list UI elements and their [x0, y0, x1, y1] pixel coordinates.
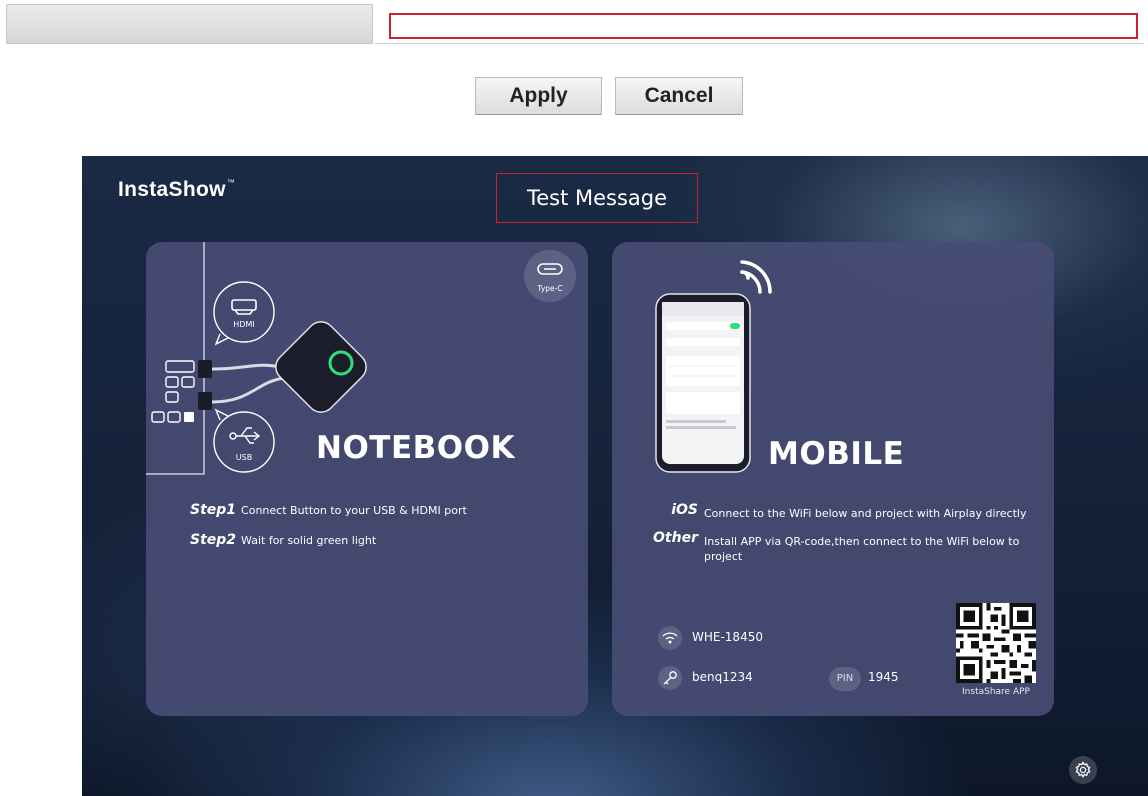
- step-2-text: Wait for solid green light: [241, 534, 377, 547]
- mobile-card: MOBILE iOS Connect to the WiFi below and…: [612, 242, 1054, 716]
- notebook-illustration: HDMI USB Type-C: [146, 242, 576, 475]
- mobile-heading: MOBILE: [768, 436, 905, 472]
- usb-label: USB: [236, 453, 252, 462]
- notebook-heading: NOTEBOOK: [316, 430, 515, 466]
- brand-logo: InstaShow™: [118, 178, 235, 202]
- settings-gear-icon: [1075, 761, 1091, 778]
- message-form-row: [6, 4, 1144, 44]
- message-field-label-cell: [6, 4, 373, 44]
- hdmi-label: HDMI: [233, 320, 254, 329]
- usb-icon: [229, 427, 261, 444]
- cancel-button[interactable]: Cancel: [615, 77, 743, 115]
- qr-caption: InstaShare APP: [962, 687, 1030, 697]
- wifi-signal-icon: [740, 260, 772, 294]
- ios-text: Connect to the WiFi below and project wi…: [704, 507, 1027, 520]
- step-2: Step2 Wait for solid green light: [190, 532, 376, 548]
- type-c-label: Type-C: [536, 284, 562, 293]
- instashow-preview: InstaShow™ Test Message HDMI USB Type-C …: [82, 156, 1148, 796]
- instashow-button-device: [275, 321, 367, 413]
- message-input[interactable]: [389, 13, 1138, 39]
- ios-key: iOS: [671, 502, 698, 518]
- other-text: Install APP via QR-code,then connect to …: [704, 535, 1020, 563]
- test-message-banner: Test Message: [496, 173, 698, 223]
- other-key: Other: [653, 530, 698, 546]
- wifi-password: benq1234: [692, 670, 753, 684]
- step-1-key: Step1: [190, 502, 237, 518]
- pin-code: 1945: [868, 670, 899, 684]
- hdmi-icon: [231, 299, 257, 315]
- brand-trademark: ™: [226, 178, 236, 187]
- apply-button[interactable]: Apply: [475, 77, 602, 115]
- step-1: Step1 Connect Button to your USB & HDMI p…: [190, 502, 467, 518]
- brand-name: InstaShow: [118, 178, 226, 201]
- notebook-card: HDMI USB Type-C NOTEBOOK Step1 Connect B…: [146, 242, 588, 716]
- settings-button[interactable]: [1069, 756, 1097, 784]
- step-2-key: Step2: [190, 532, 237, 548]
- qr-code: [956, 603, 1036, 683]
- step-1-text: Connect Button to your USB & HDMI port: [241, 504, 467, 517]
- wifi-ssid: WHE-18450: [692, 630, 763, 644]
- message-field-cell: [375, 4, 1144, 44]
- pin-badge: PIN: [829, 667, 861, 691]
